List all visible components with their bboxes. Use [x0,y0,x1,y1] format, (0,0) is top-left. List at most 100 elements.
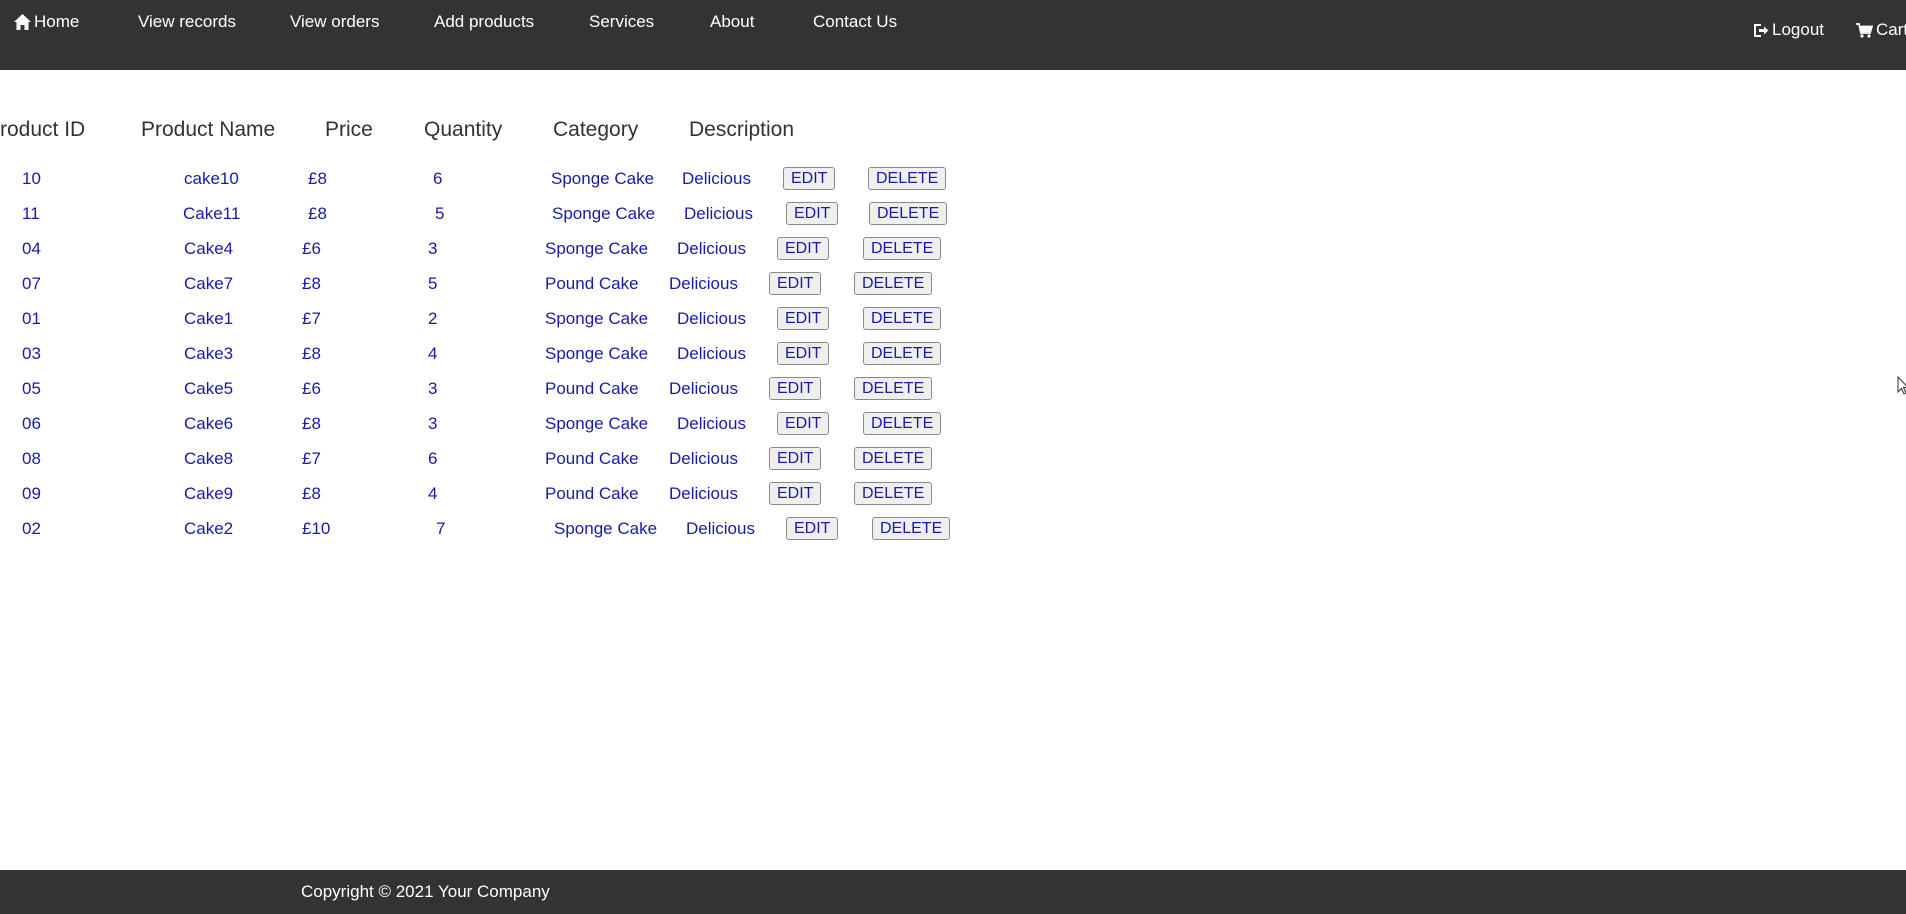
cell-quantity: 3 [428,414,438,433]
cell-description: Delicious [669,484,738,503]
cell-description: Delicious [677,344,746,363]
cell-product-name: Cake2 [184,519,234,538]
edit-button[interactable]: EDIT [777,342,830,365]
cell-description: Delicious [669,449,738,468]
nav-logout[interactable]: Logout [1753,20,1824,40]
cell-category: Sponge Cake [551,169,655,188]
cell-product-name: Cake3 [184,344,234,363]
cell-quantity: 3 [428,379,438,398]
cell-product-name: Cake7 [184,274,234,293]
delete-button[interactable]: DELETE [854,482,933,505]
cell-product-name: Cake4 [184,239,234,258]
header-price: Price [325,118,373,141]
table-row: 06 Cake6 £8 3 Sponge Cake Delicious EDIT DELETE [0,409,1000,439]
delete-button[interactable]: DELETE [863,237,942,260]
nav-logout-label: Logout [1772,20,1824,39]
nav-about-label: About [710,12,755,31]
header-category: Category [553,118,639,141]
edit-button[interactable]: EDIT [786,202,839,225]
cell-product-id: 08 [22,449,41,468]
cell-quantity: 7 [436,519,446,538]
delete-button[interactable]: DELETE [863,342,942,365]
table-row: 04 Cake4 £6 3 Sponge Cake Delicious EDIT DELETE [0,234,1000,264]
cell-description: Delicious [682,169,751,188]
cell-product-id: 06 [22,414,41,433]
edit-button[interactable]: EDIT [777,412,830,435]
cell-product-name: Cake8 [184,449,234,468]
cell-category: Sponge Cake [545,239,649,258]
cell-category: Pound Cake [545,449,639,468]
nav-contact-us-label: Contact Us [813,12,898,31]
cell-description: Delicious [684,204,753,223]
edit-button[interactable]: EDIT [786,517,839,540]
nav-add-products[interactable]: Add products [434,12,534,32]
header-product-id: roduct ID [0,118,86,141]
cell-price: £8 [308,204,327,223]
delete-button[interactable]: DELETE [869,202,948,225]
cell-price: £6 [302,239,321,258]
edit-button[interactable]: EDIT [769,482,822,505]
edit-button[interactable]: EDIT [783,167,836,190]
cell-category: Sponge Cake [545,309,649,328]
table-row: 05 Cake5 £6 3 Pound Cake Delicious EDIT DELETE [0,374,1000,404]
cell-price: £8 [308,169,327,188]
footer: Copyright © 2021 Your Company [0,870,1906,914]
cell-product-name: Cake5 [184,379,234,398]
cell-quantity: 6 [428,449,438,468]
delete-button[interactable]: DELETE [863,307,942,330]
edit-button[interactable]: EDIT [769,272,822,295]
cell-product-id: 07 [22,274,41,293]
table-row: 01 Cake1 £7 2 Sponge Cake Delicious EDIT DELETE [0,304,1000,334]
home-icon [14,14,31,30]
cell-category: Sponge Cake [552,204,656,223]
edit-button[interactable]: EDIT [777,307,830,330]
nav-add-products-label: Add products [434,12,535,31]
delete-button[interactable]: DELETE [872,517,951,540]
nav-view-orders[interactable]: View orders [290,12,379,32]
delete-button[interactable]: DELETE [854,377,933,400]
cell-description: Delicious [669,379,738,398]
delete-button[interactable]: DELETE [868,167,947,190]
cart-icon [1856,22,1873,38]
cell-price: £8 [302,414,321,433]
cell-quantity: 5 [428,274,438,293]
nav-view-records[interactable]: View records [138,12,236,32]
nav-cart[interactable]: Cart [1856,20,1906,40]
edit-button[interactable]: EDIT [777,237,830,260]
nav-home[interactable]: Home [14,12,79,32]
cell-description: Delicious [686,519,755,538]
edit-button[interactable]: EDIT [769,377,822,400]
cell-quantity: 4 [428,484,438,503]
delete-button[interactable]: DELETE [854,272,933,295]
cell-description: Delicious [669,274,738,293]
cell-product-name: Cake6 [184,414,234,433]
table-row: 11 Cake11 £8 5 Sponge Cake Delicious EDIT DELET… [0,199,1000,229]
delete-button[interactable]: DELETE [863,412,942,435]
delete-button[interactable]: DELETE [854,447,933,470]
cell-product-name: Cake11 [183,204,241,223]
cell-category: Sponge Cake [545,414,649,433]
cell-price: £7 [302,309,321,328]
products-table: roduct ID Product Name Price Quantity Ca… [0,70,1906,870]
cell-category: Pound Cake [545,484,639,503]
cell-category: Sponge Cake [554,519,658,538]
nav-contact-us[interactable]: Contact Us [813,12,897,32]
cell-product-id: 04 [22,239,41,258]
table-row: 10 cake10 £8 6 Sponge Cake Delicious EDIT DELET… [0,164,1000,194]
table-row: 02 Cake2 £10 7 Sponge Cake Delicious EDIT DELET… [0,514,1000,544]
cell-category: Pound Cake [545,274,639,293]
cell-description: Delicious [677,414,746,433]
edit-button[interactable]: EDIT [769,447,822,470]
top-navbar: Home View records View orders Add produc… [0,0,1906,70]
nav-view-records-label: View records [138,12,236,31]
cell-price: £8 [302,274,321,293]
cell-product-id: 03 [22,344,41,363]
nav-about[interactable]: About [710,12,754,32]
cell-description: Delicious [677,239,746,258]
cell-category: Pound Cake [545,379,639,398]
cell-price: £7 [302,449,321,468]
table-row: 03 Cake3 £8 4 Sponge Cake Delicious EDIT DELETE [0,339,1000,369]
nav-home-label: Home [34,12,80,31]
nav-services[interactable]: Services [589,12,654,32]
cell-price: £6 [302,379,321,398]
